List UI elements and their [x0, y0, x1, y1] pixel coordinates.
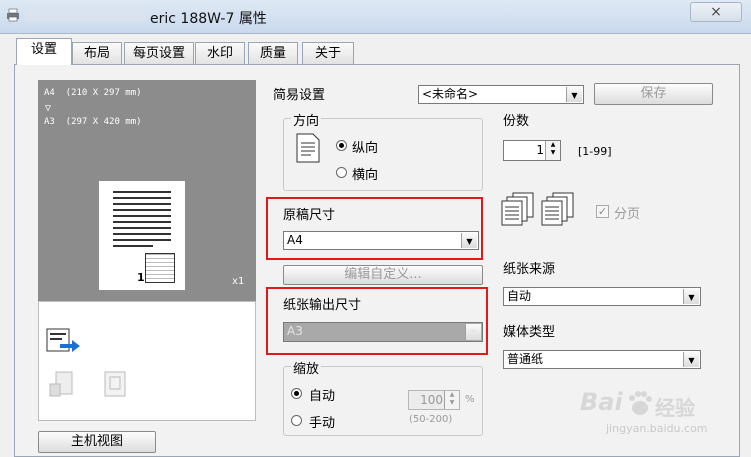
- chevron-down-icon: ▼: [566, 87, 582, 102]
- landscape-radio[interactable]: [336, 167, 347, 178]
- spin-arrows-icon[interactable]: ▲ ▼: [545, 141, 560, 160]
- chevron-down-icon: ▼: [683, 352, 699, 367]
- preview-page-number: 1: [137, 271, 145, 284]
- collate-label: 分页: [614, 207, 641, 222]
- zoom-unit: %: [465, 394, 475, 405]
- output-size-select[interactable]: A3 ▼: [283, 322, 483, 342]
- media-type-select[interactable]: 普通纸 ▼: [503, 350, 701, 369]
- output-size-label: 纸张输出尺寸: [283, 298, 362, 313]
- document-icon: [104, 371, 126, 397]
- device-icon-area: [38, 301, 256, 421]
- preview-output-size: A3 (297 X 420 mm): [44, 117, 142, 127]
- printer-network-icon[interactable]: [46, 328, 82, 354]
- tray-icon: [49, 371, 73, 397]
- portrait-radio[interactable]: [336, 140, 347, 151]
- orientation-title: 方向: [291, 110, 322, 129]
- original-size-value: A4: [287, 233, 303, 247]
- paper-source-value: 自动: [507, 289, 532, 303]
- original-size-label: 原稿尺寸: [283, 208, 336, 223]
- easy-setting-select[interactable]: <未命名> ▼: [418, 85, 584, 104]
- zoom-spinner[interactable]: 100 ▲ ▼: [408, 390, 460, 410]
- paper-source-label: 纸张来源: [503, 262, 556, 277]
- easy-setting-value: <未命名>: [422, 87, 479, 101]
- paper-source-select[interactable]: 自动 ▼: [503, 287, 701, 306]
- zoom-manual-label: 手动: [309, 416, 336, 431]
- zoom-auto-label: 自动: [309, 389, 336, 404]
- host-view-button[interactable]: 主机视图: [38, 431, 156, 453]
- zoom-auto-radio[interactable]: [291, 388, 302, 399]
- original-size-select[interactable]: A4 ▼: [283, 231, 479, 250]
- watermark-url: jingyan.baidu.com: [606, 422, 708, 435]
- collate-checkbox[interactable]: ✓: [596, 205, 609, 218]
- window-title: eric 188W-7 属性: [150, 11, 267, 27]
- save-button[interactable]: 保存: [594, 83, 713, 105]
- output-size-value: A3: [287, 324, 303, 338]
- tab-settings[interactable]: 设置: [16, 38, 72, 65]
- spin-arrows-icon[interactable]: ▲ ▼: [444, 391, 459, 409]
- portrait-page-icon: [296, 133, 320, 163]
- chevron-down-icon: ▼: [461, 233, 477, 248]
- easy-setting-label: 简易设置: [273, 88, 326, 103]
- tab-per-page[interactable]: 每页设置: [124, 42, 194, 64]
- preview-original-size: A4 (210 X 297 mm): [44, 88, 142, 98]
- media-type-label: 媒体类型: [503, 325, 556, 340]
- copies-spinner[interactable]: 1 ▲ ▼: [503, 140, 561, 161]
- preview-page: 1: [99, 181, 185, 290]
- copies-range: [1-99]: [578, 145, 612, 158]
- media-type-value: 普通纸: [507, 352, 544, 366]
- portrait-label: 纵向: [352, 141, 379, 156]
- watermark-brand: Bai: [580, 388, 623, 416]
- paw-logo-icon: [629, 391, 652, 415]
- tab-watermark[interactable]: 水印: [195, 42, 245, 64]
- zoom-manual-radio[interactable]: [291, 415, 302, 426]
- zoom-value: 100: [420, 393, 443, 407]
- title-redacted: [26, 10, 146, 22]
- zoom-range: (50-200): [409, 414, 453, 425]
- preview-arrow: ▽: [45, 103, 52, 114]
- chevron-down-icon: ▼: [465, 324, 481, 340]
- collate-icon: [501, 192, 574, 226]
- tab-about[interactable]: 关于: [302, 42, 354, 64]
- landscape-label: 横向: [352, 168, 379, 183]
- watermark-brand-cn: 经验: [655, 396, 695, 420]
- edit-custom-button[interactable]: 编辑自定义...: [283, 265, 483, 285]
- close-button[interactable]: ×: [690, 2, 742, 22]
- chevron-down-icon: ▼: [683, 289, 699, 304]
- preview-copies: x1: [232, 276, 245, 287]
- copies-label: 份数: [503, 114, 530, 129]
- copies-value: 1: [536, 143, 544, 157]
- tab-quality[interactable]: 质量: [248, 42, 298, 64]
- printer-icon: [7, 8, 19, 22]
- zoom-title: 缩放: [291, 358, 322, 377]
- tab-layout[interactable]: 布局: [72, 42, 122, 64]
